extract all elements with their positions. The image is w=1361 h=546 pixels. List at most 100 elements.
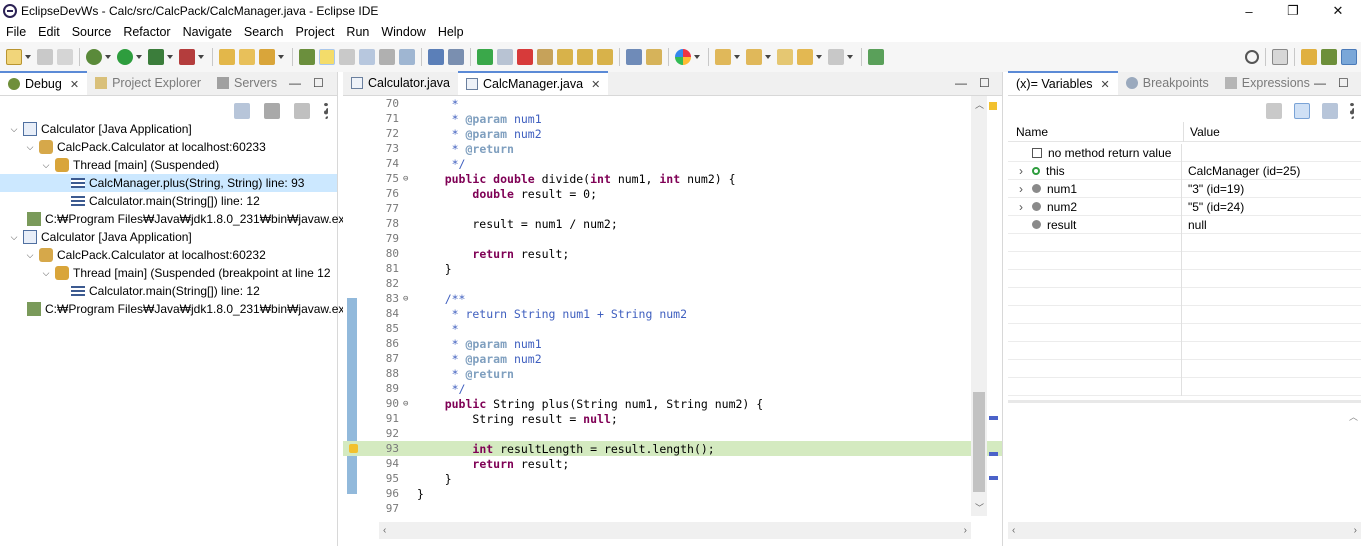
code-text[interactable]: return result;: [413, 247, 569, 261]
debug-tree-item[interactable]: C:₩Program Files₩Java₩jdk1.8.0_231₩bin₩j…: [0, 210, 344, 228]
expand-twisty-icon[interactable]: ⌵: [8, 124, 20, 135]
debug-tree-item[interactable]: C:₩Program Files₩Java₩jdk1.8.0_231₩bin₩j…: [0, 300, 344, 318]
expand-twisty-icon[interactable]: ⌵: [40, 160, 52, 171]
scroll-right-icon[interactable]: ›: [964, 525, 967, 536]
resume-icon[interactable]: [477, 49, 493, 65]
code-line[interactable]: 96}: [343, 486, 1002, 501]
occurrence-marker[interactable]: [989, 416, 998, 420]
expand-twisty-icon[interactable]: ⌵: [8, 232, 20, 243]
collapse-all-icon[interactable]: [1322, 103, 1338, 119]
show-logical-structure-icon[interactable]: [1294, 103, 1310, 119]
debug-tree-item[interactable]: Calculator.main(String[]) line: 12: [0, 192, 337, 210]
coverage-dropdown-icon[interactable]: [167, 55, 173, 59]
search-tool-icon[interactable]: [259, 49, 275, 65]
warning-marker[interactable]: [989, 102, 997, 110]
code-line[interactable]: 81 }: [343, 261, 1002, 276]
code-text[interactable]: *: [413, 97, 459, 111]
gutter[interactable]: [343, 456, 371, 471]
code-line[interactable]: 93 int resultLength = result.length();: [343, 441, 1002, 456]
previous-annotation-icon[interactable]: [746, 49, 762, 65]
gutter[interactable]: [343, 441, 371, 456]
code-line[interactable]: 72 * @param num2: [343, 126, 1002, 141]
column-value[interactable]: Value: [1184, 125, 1220, 139]
back-icon[interactable]: [797, 49, 813, 65]
code-line[interactable]: 92: [343, 426, 1002, 441]
gutter[interactable]: [343, 111, 371, 126]
maximize-view-icon[interactable]: ☐: [979, 76, 990, 90]
gutter[interactable]: [343, 171, 371, 186]
expand-twisty-icon[interactable]: ⌵: [24, 250, 36, 261]
code-text[interactable]: }: [413, 262, 452, 276]
paragraph-icon[interactable]: [399, 49, 415, 65]
menu-refactor[interactable]: Refactor: [117, 25, 176, 39]
menu-file[interactable]: File: [0, 25, 32, 39]
editor-vscrollbar[interactable]: ︿ ﹀: [971, 96, 987, 516]
menu-help[interactable]: Help: [432, 25, 470, 39]
debug-tree-item[interactable]: ⌵ Calculator [Java Application]: [0, 228, 337, 246]
gutter[interactable]: [343, 381, 371, 396]
code-text[interactable]: public String plus(String num1, String n…: [413, 397, 764, 411]
code-line[interactable]: 88 * @return: [343, 366, 1002, 381]
code-line[interactable]: 71 * @param num1: [343, 111, 1002, 126]
code-line[interactable]: 82: [343, 276, 1002, 291]
column-name[interactable]: Name: [1008, 121, 1184, 142]
tab-breakpoints[interactable]: Breakpoints: [1118, 71, 1217, 95]
step-into-icon[interactable]: [557, 49, 573, 65]
minimize-view-icon[interactable]: —: [289, 76, 301, 90]
use-step-filters-icon[interactable]: [646, 49, 662, 65]
search-dropdown-icon[interactable]: [278, 55, 284, 59]
details-pane[interactable]: [1010, 406, 1359, 524]
code-text[interactable]: double result = 0;: [413, 187, 597, 201]
variable-row[interactable]: › this CalcManager (id=25): [1008, 161, 1361, 180]
gutter[interactable]: [343, 426, 371, 441]
gutter[interactable]: [343, 501, 371, 516]
variable-row[interactable]: result null: [1008, 215, 1361, 234]
gutter[interactable]: [343, 291, 371, 306]
code-line[interactable]: 94 return result;: [343, 456, 1002, 471]
gutter[interactable]: [343, 216, 371, 231]
maximize-view-icon[interactable]: ☐: [1338, 76, 1349, 90]
gutter[interactable]: [343, 471, 371, 486]
console-icon[interactable]: [428, 49, 444, 65]
forward-icon[interactable]: [828, 49, 844, 65]
java-perspective-icon[interactable]: [1301, 49, 1317, 65]
scroll-down-icon[interactable]: ﹀: [975, 501, 984, 514]
code-text[interactable]: * @param num2: [413, 127, 542, 141]
tab-calcmanager-java[interactable]: CalcManager.java ✕: [458, 71, 609, 95]
code-text[interactable]: * @param num1: [413, 112, 542, 126]
gutter[interactable]: [343, 306, 371, 321]
code-line[interactable]: 76 double result = 0;: [343, 186, 1002, 201]
gutter[interactable]: [343, 141, 371, 156]
debug-tree-item[interactable]: Calculator.main(String[]) line: 12: [0, 282, 337, 300]
scroll-up-icon[interactable]: ︿: [975, 98, 984, 111]
menu-run[interactable]: Run: [340, 25, 375, 39]
scroll-right-icon[interactable]: ›: [1354, 525, 1357, 536]
code-line[interactable]: 73 * @return: [343, 141, 1002, 156]
show-type-names-icon[interactable]: [1266, 103, 1282, 119]
step-over-icon[interactable]: [577, 49, 593, 65]
code-line[interactable]: 84 * return String num1 + String num2: [343, 306, 1002, 321]
debug-dropdown-icon[interactable]: [105, 55, 111, 59]
gutter[interactable]: [343, 336, 371, 351]
code-text[interactable]: /**: [413, 292, 466, 306]
code-line[interactable]: 77: [343, 201, 1002, 216]
details-scroll-up-icon[interactable]: ︿: [1349, 410, 1359, 528]
last-edit-location-icon[interactable]: [777, 49, 793, 65]
code-line[interactable]: 83 ⊖ /**: [343, 291, 1002, 306]
code-line[interactable]: 89 */: [343, 381, 1002, 396]
details-hscrollbar[interactable]: ‹ ›: [1008, 522, 1361, 539]
expand-twisty-icon[interactable]: ⌵: [24, 142, 36, 153]
word-wrap-icon[interactable]: [359, 49, 375, 65]
editor-hscrollbar[interactable]: ‹ ›: [379, 522, 971, 539]
minimize-button[interactable]: –: [1226, 0, 1272, 22]
occurrence-marker[interactable]: [989, 476, 998, 480]
menu-window[interactable]: Window: [375, 25, 431, 39]
javaee-perspective-icon[interactable]: [1321, 49, 1337, 65]
gutter[interactable]: [343, 321, 371, 336]
gutter[interactable]: [343, 126, 371, 141]
code-text[interactable]: * @param num2: [413, 352, 542, 366]
gutter[interactable]: [343, 411, 371, 426]
next-annotation-dropdown-icon[interactable]: [734, 55, 740, 59]
open-type-icon[interactable]: [239, 49, 255, 65]
pin-editor-icon[interactable]: [868, 49, 884, 65]
